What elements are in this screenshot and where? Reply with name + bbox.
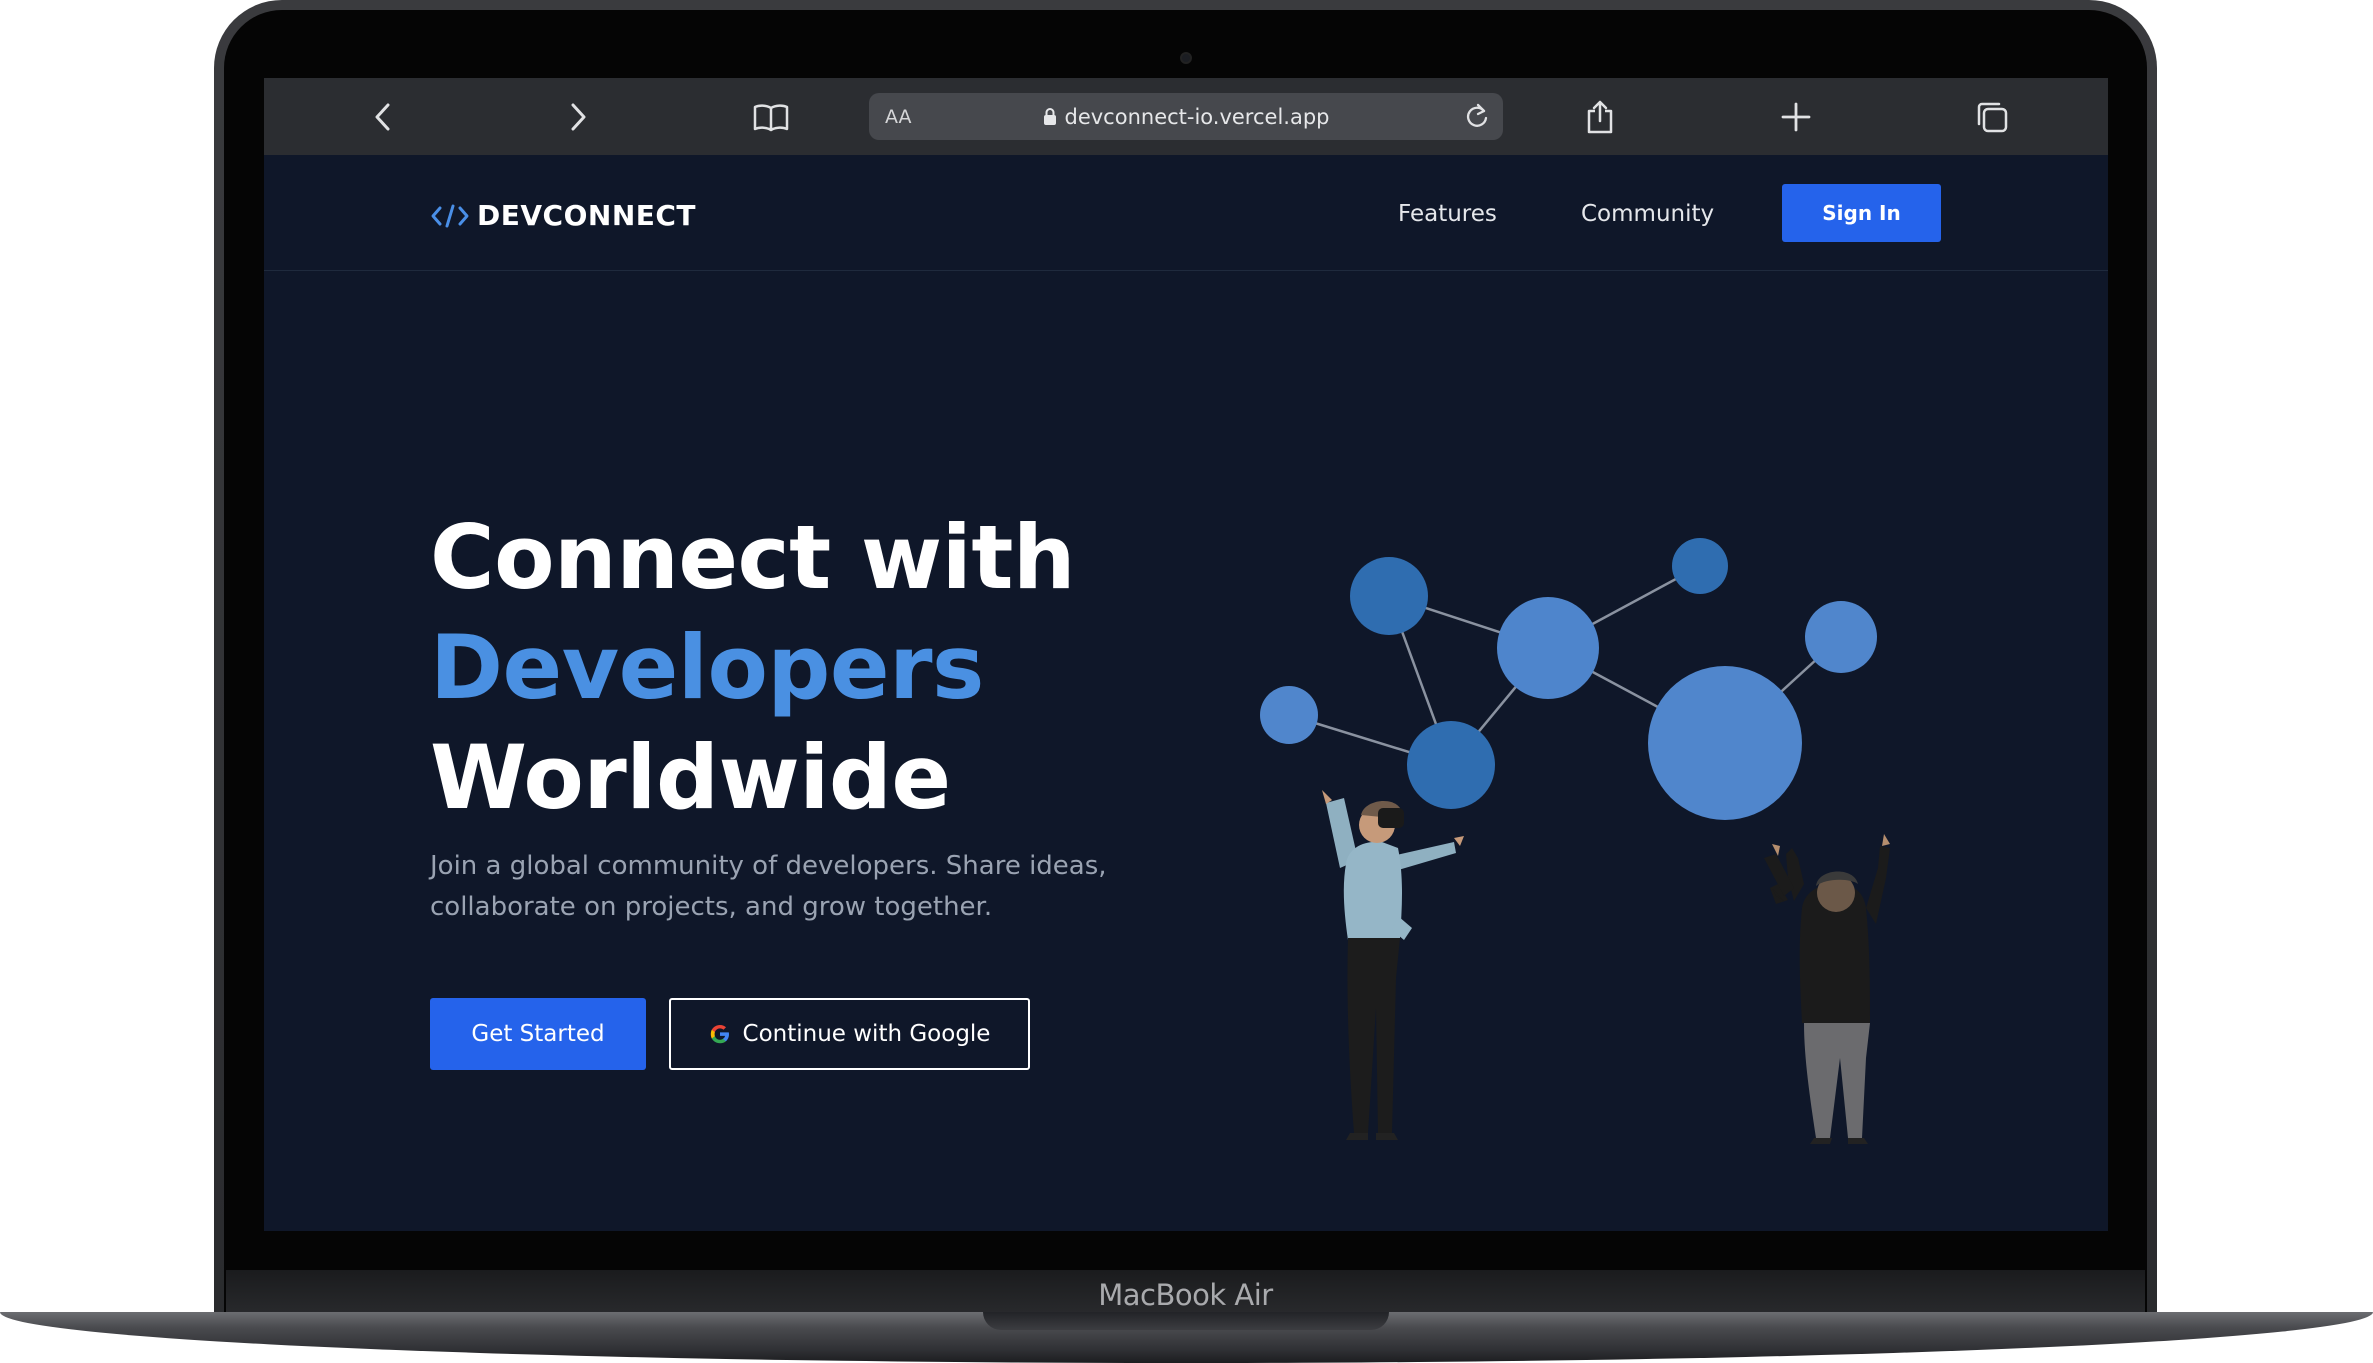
reload-button[interactable] (1461, 101, 1493, 133)
back-button[interactable] (361, 95, 405, 139)
hero-title-line1: Connect with (430, 506, 1076, 609)
nav-link-features[interactable]: Features (1398, 201, 1497, 227)
browser-screen: AA devconnect-io.vercel.app DEVCONNECT F… (264, 78, 2108, 1231)
bookmarks-button[interactable] (749, 95, 793, 139)
model-label: MacBook Air (1098, 1278, 1273, 1312)
nav-link-community[interactable]: Community (1581, 201, 1714, 227)
person-vr-illustration (1322, 790, 1464, 1140)
share-icon (1587, 100, 1613, 134)
forward-button[interactable] (556, 95, 600, 139)
site-header: DEVCONNECT Features Community Sign In (264, 155, 2108, 271)
address-bar[interactable]: AA devconnect-io.vercel.app (869, 93, 1503, 140)
logo-text: DEVCONNECT (477, 199, 697, 232)
laptop-hinge-notch (983, 1312, 1389, 1330)
camera-icon (1179, 52, 1192, 64)
network-nodes (1260, 538, 1877, 820)
browser-toolbar: AA devconnect-io.vercel.app (264, 78, 2108, 155)
chevron-left-icon (375, 103, 390, 131)
sign-in-button[interactable]: Sign In (1782, 184, 1941, 242)
tabs-overview-button[interactable] (1970, 95, 2014, 139)
plus-icon (1781, 102, 1811, 132)
get-started-button[interactable]: Get Started (430, 998, 646, 1070)
network-illustration (1260, 538, 1890, 1144)
hero-title: Connect with Developers Worldwide (430, 503, 1076, 833)
url-text: devconnect-io.vercel.app (1064, 104, 1330, 129)
reload-icon (1466, 103, 1488, 127)
hero-subtitle: Join a global community of developers. S… (430, 851, 1107, 922)
tabs-icon (1977, 102, 2008, 133)
book-icon (753, 104, 789, 132)
google-signin-button[interactable]: Continue with Google (669, 998, 1030, 1070)
hero-title-line3: Worldwide (430, 726, 951, 829)
person-hoodie-illustration (1764, 834, 1890, 1144)
lock-icon (1043, 108, 1056, 125)
hero-title-highlight: Developers (430, 616, 984, 719)
new-tab-button[interactable] (1774, 95, 1818, 139)
url-display: devconnect-io.vercel.app (869, 93, 1503, 140)
site-logo[interactable]: DEVCONNECT (431, 199, 696, 232)
chevron-right-icon (571, 103, 586, 131)
google-button-label: Continue with Google (742, 1021, 991, 1047)
google-icon (710, 1025, 729, 1044)
share-button[interactable] (1578, 95, 1622, 139)
code-brackets-icon (431, 204, 469, 227)
